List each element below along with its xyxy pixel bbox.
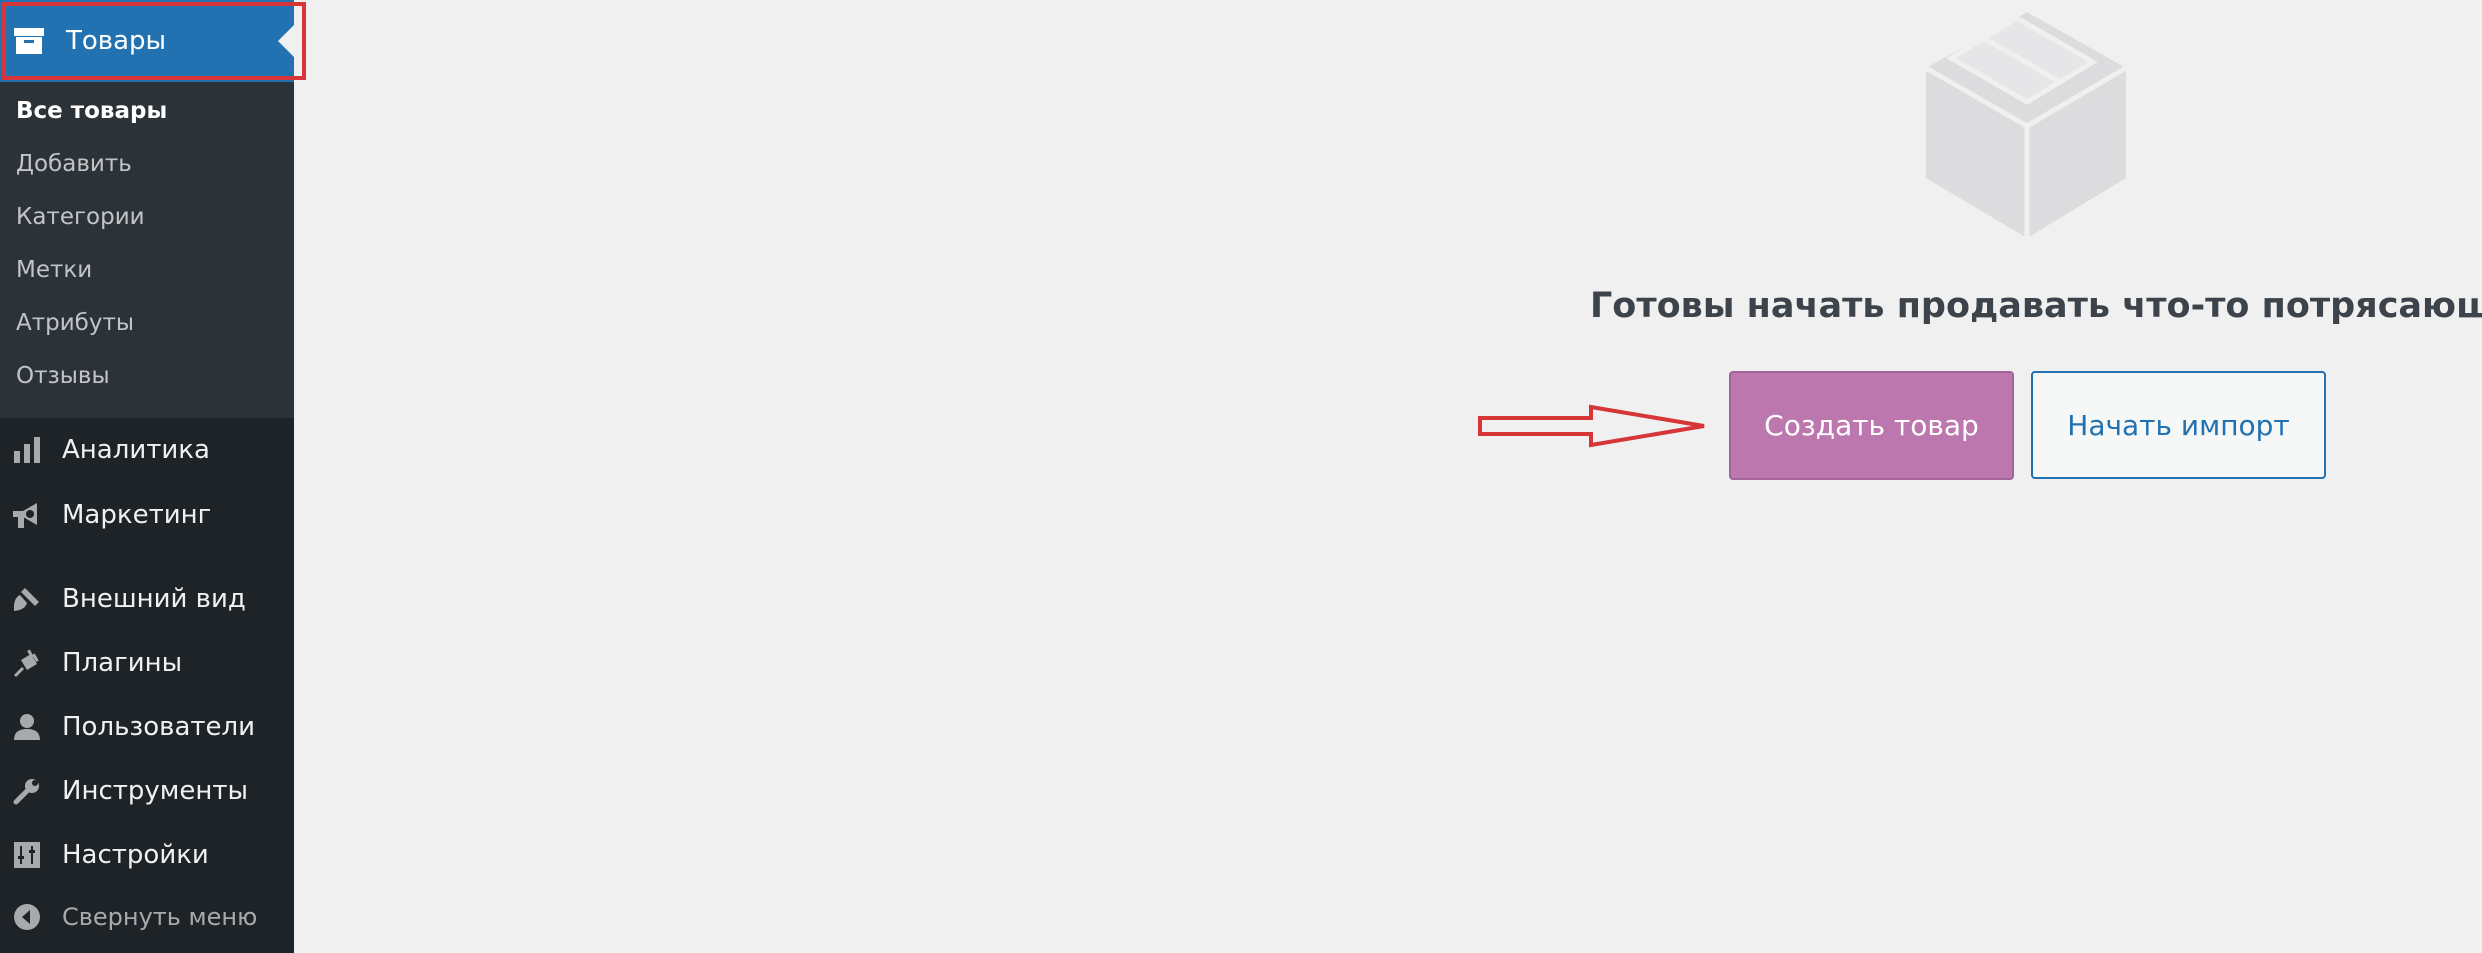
- current-menu-pointer: [278, 25, 294, 57]
- menu-item-tools[interactable]: Инструменты: [0, 763, 294, 819]
- settings-sliders-icon: [10, 838, 44, 872]
- create-product-button[interactable]: Создать товар: [1729, 371, 2014, 480]
- menu-item-label: Внешний вид: [62, 584, 246, 614]
- menu-item-label: Инструменты: [62, 776, 249, 806]
- products-submenu: Все товары Добавить Категории Метки Атри…: [0, 82, 294, 418]
- bar-chart-icon: [10, 433, 44, 467]
- archive-icon: [12, 24, 46, 58]
- plugin-icon: [10, 646, 44, 680]
- submenu-tags[interactable]: Метки: [16, 257, 92, 283]
- menu-item-label: Плагины: [62, 648, 183, 678]
- start-import-button[interactable]: Начать импорт: [2031, 371, 2326, 479]
- menu-item-plugins[interactable]: Плагины: [0, 635, 294, 691]
- submenu-attributes[interactable]: Атрибуты: [16, 310, 134, 336]
- menu-item-label: Пользователи: [62, 712, 256, 742]
- menu-item-analytics[interactable]: Аналитика: [0, 422, 294, 478]
- submenu-add[interactable]: Добавить: [16, 151, 132, 177]
- menu-item-appearance[interactable]: Внешний вид: [0, 571, 294, 627]
- empty-products-box-illustration: [1922, 8, 2132, 244]
- submenu-categories[interactable]: Категории: [16, 204, 145, 230]
- submenu-all-products[interactable]: Все товары: [16, 98, 167, 124]
- paintbrush-icon: [10, 582, 44, 616]
- collapse-arrow-icon: [10, 900, 44, 934]
- megaphone-icon: [10, 498, 44, 532]
- menu-item-label: Маркетинг: [62, 500, 212, 530]
- menu-item-users[interactable]: Пользователи: [0, 699, 294, 755]
- collapse-menu-button[interactable]: Свернуть меню: [0, 889, 294, 945]
- menu-item-marketing[interactable]: Маркетинг: [0, 487, 294, 543]
- collapse-menu-label: Свернуть меню: [62, 903, 258, 931]
- submenu-reviews[interactable]: Отзывы: [16, 363, 110, 389]
- menu-item-label: Товары: [66, 26, 167, 56]
- menu-item-label: Аналитика: [62, 435, 210, 465]
- empty-state-heading: Готовы начать продавать что-то потрясающ…: [1590, 286, 2482, 326]
- annotation-arrow: [1478, 404, 1705, 448]
- menu-item-label: Настройки: [62, 840, 209, 870]
- admin-sidebar: Товары Все товары Добавить Категории Мет…: [0, 0, 294, 953]
- menu-item-settings[interactable]: Настройки: [0, 827, 294, 883]
- wrench-icon: [10, 774, 44, 808]
- user-icon: [10, 710, 44, 744]
- menu-item-products[interactable]: Товары: [0, 0, 294, 82]
